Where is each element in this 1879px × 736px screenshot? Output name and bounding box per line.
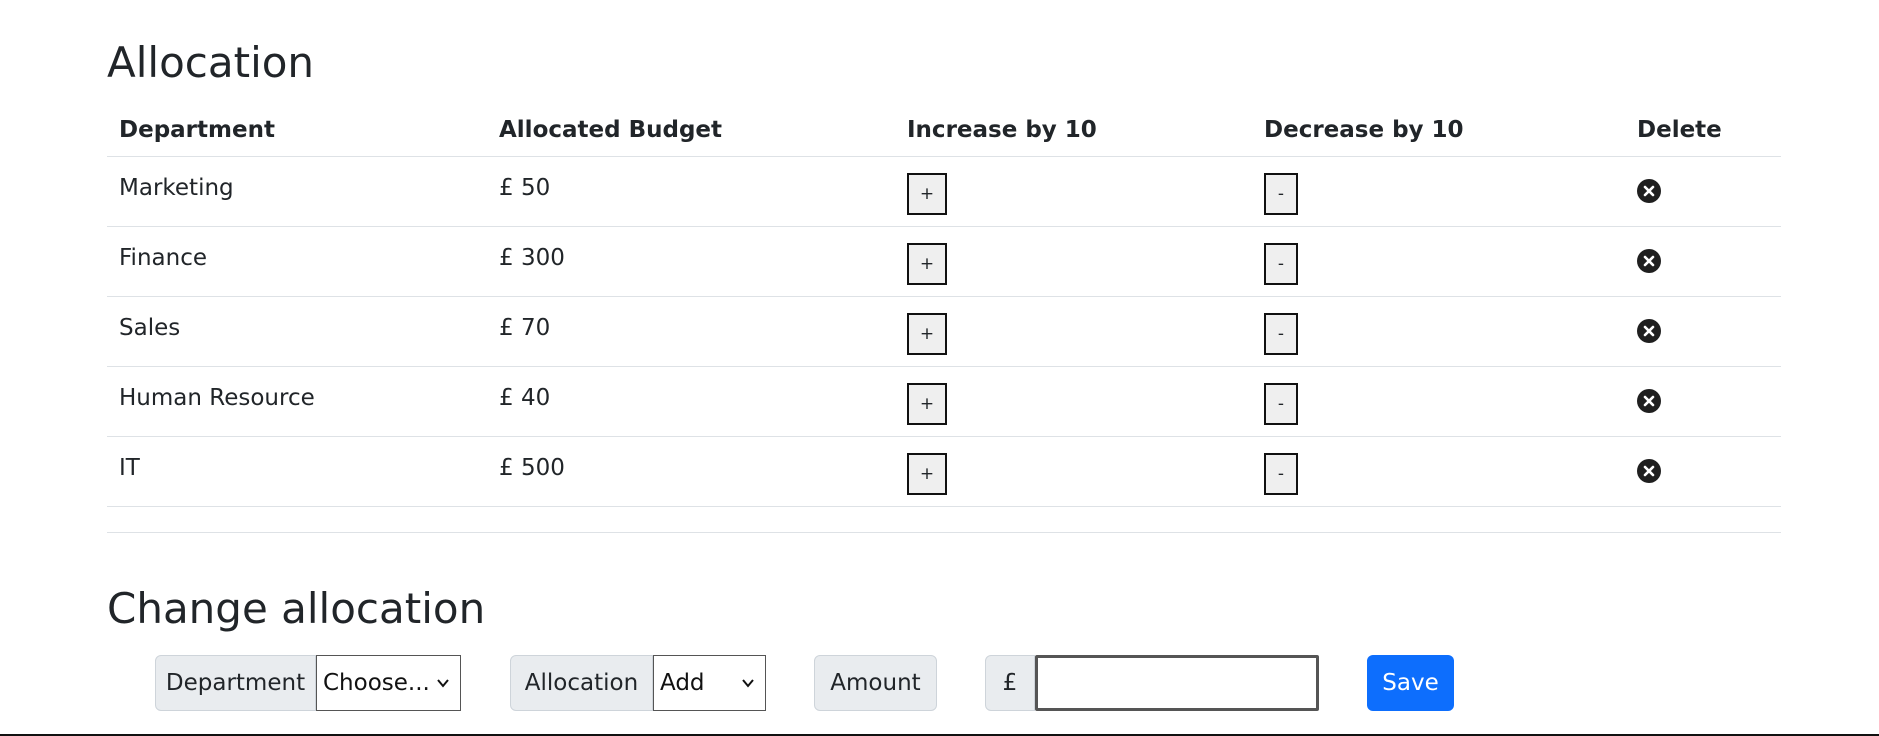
budget-cell: £ 300 <box>487 226 895 297</box>
save-button[interactable]: Save <box>1367 655 1454 711</box>
department-name: Finance <box>119 244 207 271</box>
department-cell: Marketing <box>107 156 487 227</box>
increase-button[interactable]: + <box>907 452 947 495</box>
budget-value: £ 40 <box>499 384 551 411</box>
chevron-down-icon <box>437 679 449 688</box>
decrease-button[interactable]: - <box>1264 312 1298 355</box>
decrease-button[interactable]: - <box>1264 172 1298 215</box>
department-select-value: Choose... <box>323 670 430 696</box>
increase-button[interactable]: + <box>907 172 947 215</box>
allocation-select-value: Add <box>660 670 705 696</box>
decrease-cell: - <box>1252 436 1625 507</box>
decrease-button[interactable]: - <box>1264 452 1298 495</box>
decrease-cell: - <box>1252 226 1625 297</box>
department-name: Human Resource <box>119 384 315 411</box>
increase-cell: + <box>895 366 1252 437</box>
department-select[interactable]: Choose... <box>316 655 461 711</box>
increase-cell: + <box>895 156 1252 227</box>
allocation-table: Department Allocated Budget Increase by … <box>107 104 1781 507</box>
currency-label: £ <box>985 655 1035 711</box>
close-circle-icon[interactable] <box>1637 388 1661 413</box>
increase-cell: + <box>895 296 1252 367</box>
change-allocation-title: Change allocation <box>107 584 486 633</box>
department-cell: Finance <box>107 226 487 297</box>
close-circle-icon[interactable] <box>1637 458 1661 483</box>
increase-cell: + <box>895 436 1252 507</box>
increase-cell: + <box>895 226 1252 297</box>
table-row: Human Resource £ 40 + - <box>107 366 1781 437</box>
header-allocated-budget: Allocated Budget <box>487 104 895 157</box>
budget-cell: £ 70 <box>487 296 895 367</box>
table-row: Marketing £ 50 + - <box>107 156 1781 227</box>
department-name: Sales <box>119 314 181 341</box>
table-row: IT £ 500 + - <box>107 436 1781 507</box>
allocation-title: Allocation <box>107 38 315 87</box>
budget-cell: £ 500 <box>487 436 895 507</box>
department-name: Marketing <box>119 174 234 201</box>
delete-cell <box>1625 296 1781 367</box>
delete-cell <box>1625 366 1781 437</box>
increase-button[interactable]: + <box>907 242 947 285</box>
department-cell: Human Resource <box>107 366 487 437</box>
close-circle-icon[interactable] <box>1637 318 1661 343</box>
header-increase: Increase by 10 <box>895 104 1252 157</box>
table-row: Finance £ 300 + - <box>107 226 1781 297</box>
department-name: IT <box>119 454 140 481</box>
delete-cell <box>1625 436 1781 507</box>
decrease-cell: - <box>1252 296 1625 367</box>
decrease-button[interactable]: - <box>1264 382 1298 425</box>
section-divider <box>107 532 1781 533</box>
department-cell: IT <box>107 436 487 507</box>
decrease-button[interactable]: - <box>1264 242 1298 285</box>
close-circle-icon[interactable] <box>1637 178 1661 203</box>
delete-cell <box>1625 156 1781 227</box>
budget-value: £ 300 <box>499 244 565 271</box>
delete-cell <box>1625 226 1781 297</box>
decrease-cell: - <box>1252 366 1625 437</box>
change-allocation-form: Department Choose... Allocation Add Amou… <box>107 655 1781 711</box>
budget-cell: £ 40 <box>487 366 895 437</box>
table-header-row: Department Allocated Budget Increase by … <box>107 104 1781 157</box>
department-cell: Sales <box>107 296 487 367</box>
budget-cell: £ 50 <box>487 156 895 227</box>
allocation-select[interactable]: Add <box>653 655 766 711</box>
amount-input[interactable] <box>1035 655 1319 711</box>
budget-value: £ 50 <box>499 174 551 201</box>
increase-button[interactable]: + <box>907 312 947 355</box>
budget-value: £ 500 <box>499 454 565 481</box>
department-label: Department <box>155 655 316 711</box>
increase-button[interactable]: + <box>907 382 947 425</box>
header-department: Department <box>107 104 487 157</box>
chevron-down-icon <box>742 679 754 688</box>
table-row: Sales £ 70 + - <box>107 296 1781 367</box>
decrease-cell: - <box>1252 156 1625 227</box>
amount-label: Amount <box>814 655 937 711</box>
header-decrease: Decrease by 10 <box>1252 104 1625 157</box>
close-circle-icon[interactable] <box>1637 248 1661 273</box>
budget-value: £ 70 <box>499 314 551 341</box>
header-delete: Delete <box>1625 104 1781 157</box>
allocation-label: Allocation <box>510 655 653 711</box>
